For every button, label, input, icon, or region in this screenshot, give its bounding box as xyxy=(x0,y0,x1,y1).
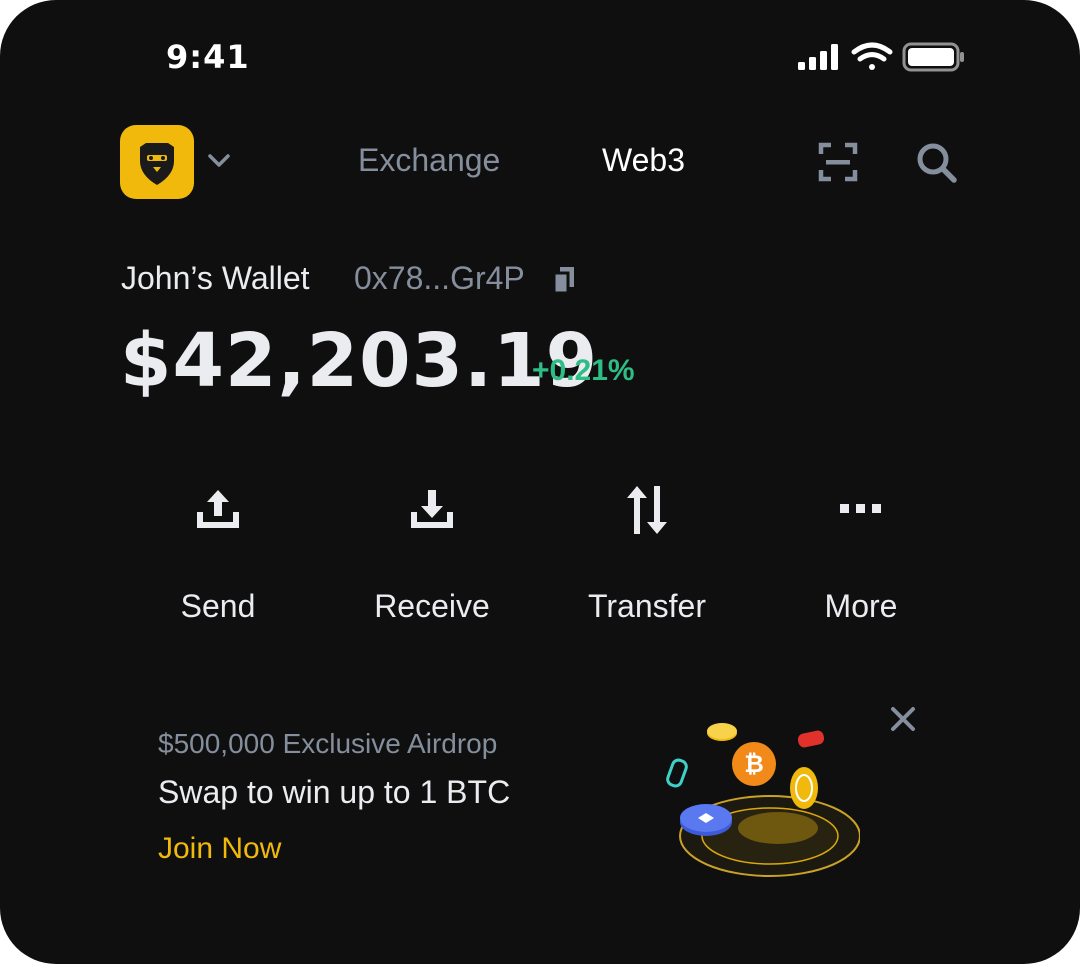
join-now-link[interactable]: Join Now xyxy=(158,832,281,866)
status-icons xyxy=(798,42,964,72)
teal-token-icon xyxy=(666,758,688,788)
transfer-button[interactable]: Transfer xyxy=(547,480,747,640)
phone-screen: 9:41 Exchange Web3 John’s Wallet 0x78...… xyxy=(0,0,1080,964)
gold-coin-icon xyxy=(790,767,818,809)
scan-icon[interactable] xyxy=(818,142,858,182)
chevron-down-icon[interactable] xyxy=(206,148,232,174)
transfer-label: Transfer xyxy=(588,588,706,624)
upload-icon xyxy=(197,490,239,528)
battery-icon xyxy=(902,42,964,72)
svg-text:₿: ₿ xyxy=(744,750,764,778)
ethereum-coin-icon xyxy=(680,804,732,836)
status-time: 9:41 xyxy=(166,38,250,76)
banner-subtitle: $500,000 Exclusive Airdrop xyxy=(158,728,498,759)
wallet-address: 0x78...Gr4P xyxy=(354,260,525,296)
coin-top-icon xyxy=(707,723,737,741)
more-button[interactable]: More xyxy=(761,480,961,640)
signal-icon xyxy=(798,44,838,70)
receive-button[interactable]: Receive xyxy=(332,480,532,640)
download-icon xyxy=(411,490,453,528)
bitcoin-coin-icon: ₿ xyxy=(732,742,776,786)
balance-change: +0.21% xyxy=(532,354,635,387)
banner-title: Swap to win up to 1 BTC xyxy=(158,774,511,810)
send-button[interactable]: Send xyxy=(118,480,318,640)
swap-arrows-icon xyxy=(627,486,667,534)
wallet-logo[interactable] xyxy=(120,125,194,199)
receive-label: Receive xyxy=(374,588,490,624)
more-label: More xyxy=(824,588,898,624)
copy-icon[interactable] xyxy=(552,265,576,295)
wifi-icon xyxy=(851,42,893,70)
wallet-name: John’s Wallet xyxy=(121,260,310,296)
more-dots-icon xyxy=(840,504,881,513)
close-icon[interactable] xyxy=(886,702,920,736)
wallet-balance: $42,203.19 xyxy=(120,318,599,404)
tab-web3[interactable]: Web3 xyxy=(602,142,685,179)
red-token-icon xyxy=(797,730,825,748)
tab-exchange[interactable]: Exchange xyxy=(358,142,500,179)
airdrop-coins-illustration: ₿ xyxy=(666,723,860,877)
send-label: Send xyxy=(180,588,256,624)
bear-logo-icon xyxy=(140,143,174,185)
search-icon[interactable] xyxy=(914,140,958,184)
